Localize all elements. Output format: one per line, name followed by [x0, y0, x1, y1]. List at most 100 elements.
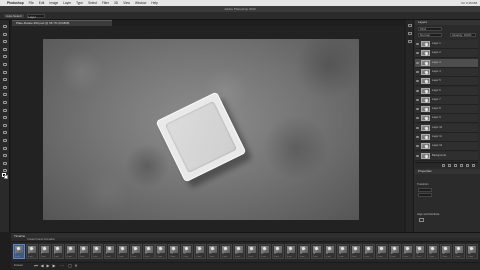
clone-tool-icon[interactable]: [2, 85, 8, 90]
crop-tool-icon[interactable]: [2, 54, 8, 59]
animation-frame[interactable]: 19 0 sec.: [246, 244, 259, 259]
frame-delay[interactable]: 0 sec.: [119, 256, 124, 258]
frame-delay[interactable]: 0 sec.: [28, 256, 33, 258]
visibility-eye-icon[interactable]: [416, 98, 419, 101]
timeline-mode-label[interactable]: Create Frame Animation: [27, 238, 55, 242]
menu-type[interactable]: Type: [76, 1, 83, 5]
move-tool-icon[interactable]: [2, 24, 8, 29]
frame-delay[interactable]: 0 sec.: [54, 256, 59, 258]
frame-delay[interactable]: 0 sec.: [157, 256, 162, 258]
swatches-icon[interactable]: [408, 40, 412, 43]
rectangle-tool-icon[interactable]: [2, 153, 8, 158]
animation-frame[interactable]: 27 0 sec.: [349, 244, 362, 259]
loop-select[interactable]: Forever: [14, 264, 23, 268]
frame-delay[interactable]: 0 sec.: [313, 256, 318, 258]
animation-frame[interactable]: 26 0 sec.: [336, 244, 349, 259]
animation-frame[interactable]: 32 0 sec.: [414, 244, 427, 259]
frame-delay[interactable]: 0 sec.: [196, 256, 201, 258]
layer-row[interactable]: Layer 4: [415, 67, 478, 77]
frame-delay[interactable]: 0 sec.: [248, 256, 253, 258]
quick-select-tool-icon[interactable]: [2, 47, 8, 52]
animation-frame[interactable]: 70 sec.: [90, 244, 103, 259]
frame-delay[interactable]: 0 sec.: [235, 256, 240, 258]
visibility-eye-icon[interactable]: [416, 126, 419, 129]
eraser-tool-icon[interactable]: [2, 100, 8, 105]
frame-delay[interactable]: 0 sec.: [391, 256, 396, 258]
layer-row[interactable]: Layer 6: [415, 86, 478, 96]
pen-tool-icon[interactable]: [2, 130, 8, 135]
gradient-tool-icon[interactable]: [2, 108, 8, 113]
menu-filter[interactable]: Filter: [102, 1, 109, 5]
width-field[interactable]: [418, 188, 432, 192]
frame-delay[interactable]: 0 sec.: [287, 256, 292, 258]
lasso-tool-icon[interactable]: [2, 39, 8, 44]
animation-frame[interactable]: 15 0 sec.: [194, 244, 207, 259]
animation-frame[interactable]: 29 0 sec.: [375, 244, 388, 259]
animation-frame[interactable]: 30 sec.: [38, 244, 51, 259]
history-brush-tool-icon[interactable]: [2, 92, 8, 97]
animation-frame[interactable]: 11 0 sec.: [142, 244, 155, 259]
layer-row[interactable]: Layer 2: [415, 49, 478, 59]
layers-panel-title[interactable]: Layers: [415, 20, 480, 25]
frame-delay[interactable]: 0 sec.: [455, 256, 460, 258]
frame-delay[interactable]: 0 sec.: [468, 256, 473, 258]
prev-frame-icon[interactable]: ◀: [40, 264, 44, 268]
layer-row[interactable]: Layer 12: [415, 142, 478, 152]
frame-delay[interactable]: 0 sec.: [378, 256, 383, 258]
visibility-eye-icon[interactable]: [416, 80, 419, 83]
layer-row[interactable]: Background: [415, 151, 478, 161]
layer-row[interactable]: Layer 3: [415, 58, 478, 68]
visibility-eye-icon[interactable]: [416, 43, 419, 45]
frame-delay[interactable]: 0 sec.: [183, 256, 188, 258]
new-layer-icon[interactable]: [466, 163, 469, 167]
document-tab[interactable]: Plate-Rotate-360.psd @ 66.7% (RGB/8): [12, 20, 112, 26]
animation-frame[interactable]: 28 0 sec.: [362, 244, 375, 259]
animation-frame[interactable]: 16 0 sec.: [207, 244, 220, 259]
frame-delay[interactable]: 0 sec.: [429, 256, 434, 258]
frame-delay[interactable]: 0 sec.: [365, 256, 370, 258]
animation-frame[interactable]: 20 sec.: [25, 244, 38, 259]
frame-delay[interactable]: 0 sec.: [41, 256, 46, 258]
visibility-eye-icon[interactable]: [416, 89, 419, 92]
animation-frame[interactable]: 36 0 sec.: [466, 244, 479, 259]
animation-frame[interactable]: 60 sec.: [77, 244, 90, 259]
menu-help[interactable]: Help: [151, 1, 158, 5]
menu-view[interactable]: View: [123, 1, 130, 5]
frame-delay[interactable]: 0 sec.: [274, 256, 279, 258]
kind-filter[interactable]: Kind: [418, 27, 442, 31]
animation-frame[interactable]: 90 sec.: [116, 244, 129, 259]
animation-frame[interactable]: 20 0 sec.: [259, 244, 272, 259]
animation-frame[interactable]: 13 0 sec.: [168, 244, 181, 259]
menu-file[interactable]: File: [29, 1, 34, 5]
frame-delay[interactable]: 0 sec.: [145, 256, 150, 258]
path-select-tool-icon[interactable]: [2, 146, 8, 151]
link-layers-icon[interactable]: [442, 163, 445, 167]
height-field[interactable]: [418, 193, 432, 197]
eyedropper-tool-icon[interactable]: [2, 62, 8, 67]
frame-delay[interactable]: 0 sec.: [80, 256, 85, 258]
animation-frame[interactable]: 12 0 sec.: [155, 244, 168, 259]
visibility-eye-icon[interactable]: [416, 70, 419, 73]
layer-row[interactable]: Layer 11: [415, 133, 478, 142]
frame-delay[interactable]: 0 sec.: [93, 256, 98, 258]
animation-frame[interactable]: 18 0 sec.: [233, 244, 246, 259]
menu-window[interactable]: Window: [135, 1, 146, 5]
visibility-eye-icon[interactable]: [416, 52, 419, 55]
align-left-icon[interactable]: [419, 218, 424, 222]
frame-delay[interactable]: 0 sec.: [261, 256, 266, 258]
layer-row[interactable]: Layer 8: [415, 105, 478, 115]
animation-frame[interactable]: 33 0 sec.: [427, 244, 440, 259]
animation-frame[interactable]: 21 0 sec.: [272, 244, 284, 259]
visibility-eye-icon[interactable]: [416, 136, 419, 138]
animation-frame[interactable]: 35 0 sec.: [453, 244, 466, 259]
healing-tool-icon[interactable]: [2, 70, 8, 75]
animation-frame[interactable]: 25 0 sec.: [323, 244, 336, 259]
frame-delay[interactable]: 0 sec.: [339, 256, 344, 258]
document-canvas[interactable]: [43, 39, 359, 220]
history-icon[interactable]: [408, 24, 412, 27]
frame-delay[interactable]: 0 sec.: [170, 256, 175, 258]
frame-delay[interactable]: 0 sec.: [352, 256, 357, 258]
menu-photoshop[interactable]: Photoshop: [7, 1, 24, 5]
animation-frame[interactable]: 50 sec.: [64, 244, 77, 259]
menu-layer[interactable]: Layer: [63, 1, 71, 5]
